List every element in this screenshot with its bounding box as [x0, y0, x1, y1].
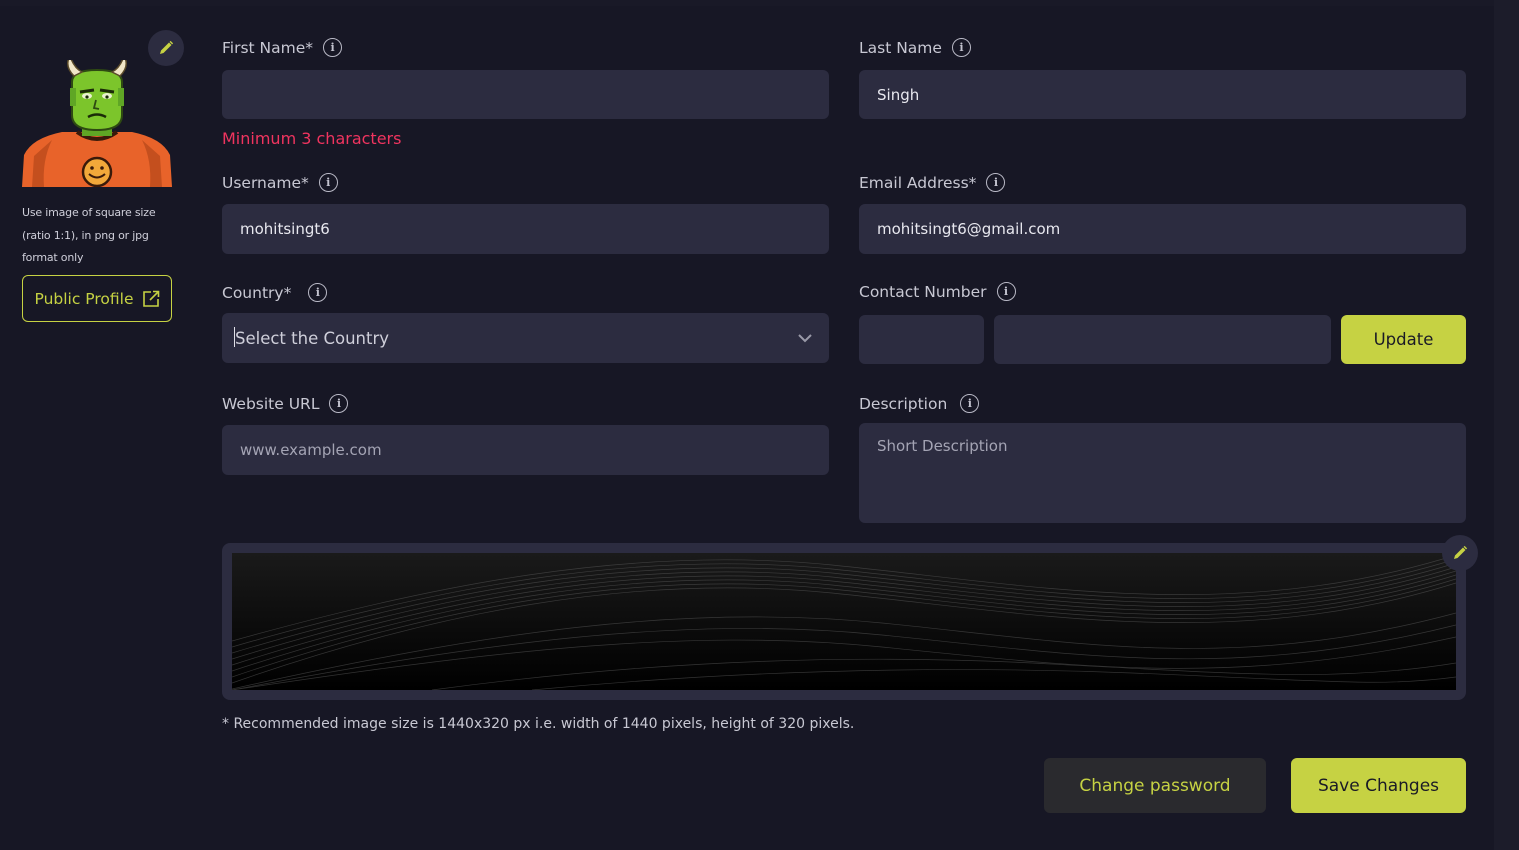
- change-password-button[interactable]: Change password: [1044, 758, 1266, 813]
- pencil-icon: [1454, 545, 1468, 559]
- info-icon[interactable]: i: [308, 283, 328, 302]
- first-name-label: First Name* i: [222, 38, 343, 57]
- info-icon[interactable]: i: [323, 38, 343, 57]
- update-contact-button[interactable]: Update: [1341, 315, 1466, 364]
- contact-label-text: Contact Number: [859, 282, 987, 301]
- country-placeholder: Select the Country: [235, 328, 390, 348]
- info-icon[interactable]: i: [951, 38, 971, 57]
- external-link-icon: [142, 290, 159, 307]
- first-name-error: Minimum 3 characters: [222, 129, 402, 148]
- description-textarea[interactable]: Short Description: [859, 423, 1466, 523]
- username-label-text: Username*: [222, 173, 309, 192]
- username-label: Username* i: [222, 173, 338, 192]
- website-input[interactable]: www.example.com: [222, 425, 829, 475]
- username-input[interactable]: mohitsingt6: [222, 204, 829, 254]
- first-name-label-text: First Name*: [222, 38, 314, 57]
- edit-cover-button[interactable]: [1442, 535, 1478, 571]
- country-label-text: Country*: [222, 283, 292, 302]
- country-code-input[interactable]: [859, 315, 984, 364]
- edit-avatar-button[interactable]: [148, 30, 184, 66]
- public-profile-button[interactable]: Public Profile: [22, 275, 172, 322]
- info-icon[interactable]: i: [960, 394, 980, 413]
- last-name-input[interactable]: Singh: [859, 70, 1466, 119]
- text-caret: [234, 327, 235, 347]
- pencil-icon: [160, 40, 174, 54]
- email-label-text: Email Address*: [859, 173, 977, 192]
- info-icon[interactable]: i: [329, 394, 349, 413]
- scrollbar-track[interactable]: [1494, 0, 1519, 850]
- public-profile-label: Public Profile: [34, 289, 134, 308]
- cover-image: [232, 553, 1456, 690]
- top-edge: [0, 0, 1494, 6]
- description-label-text: Description: [859, 394, 948, 413]
- avatar-hint: Use image of square size (ratio 1:1), in…: [22, 206, 156, 264]
- website-label: Website URL i: [222, 394, 349, 413]
- avatar-section: [22, 30, 186, 190]
- info-icon[interactable]: i: [318, 173, 338, 192]
- chevron-down-icon: [798, 334, 812, 343]
- avatar: [22, 60, 172, 187]
- info-icon[interactable]: i: [986, 173, 1006, 192]
- country-label: Country* i: [222, 283, 328, 302]
- save-changes-button[interactable]: Save Changes: [1291, 758, 1466, 813]
- email-label: Email Address* i: [859, 173, 1006, 192]
- cover-banner: [222, 543, 1466, 700]
- info-icon[interactable]: i: [996, 282, 1016, 301]
- description-label: Description i: [859, 394, 980, 413]
- banner-size-note: * Recommended image size is 1440x320 px …: [222, 716, 855, 732]
- website-label-text: Website URL: [222, 394, 320, 413]
- contact-label: Contact Number i: [859, 282, 1016, 301]
- email-input[interactable]: mohitsingt6@gmail.com: [859, 204, 1466, 254]
- last-name-label-text: Last Name: [859, 38, 942, 57]
- last-name-label: Last Name i: [859, 38, 971, 57]
- first-name-input[interactable]: [222, 70, 829, 119]
- country-select[interactable]: Select the Country: [222, 313, 829, 363]
- contact-number-input[interactable]: [994, 315, 1331, 364]
